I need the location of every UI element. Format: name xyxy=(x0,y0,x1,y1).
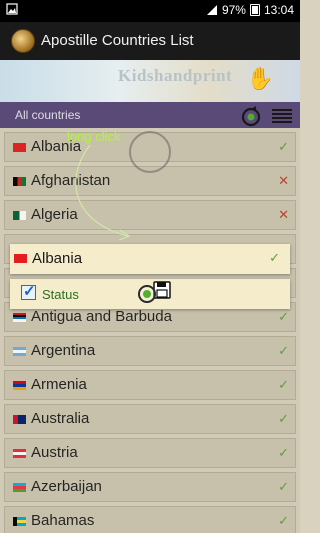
notification-icons xyxy=(6,3,18,15)
flag-icon xyxy=(13,381,26,390)
battery-icon xyxy=(249,4,260,16)
ad-banner[interactable]: Kidshandprint ✋ xyxy=(0,60,300,102)
country-name: Antigua and Barbuda xyxy=(31,308,172,325)
list-item[interactable]: Australia ✓ xyxy=(4,404,296,434)
check-icon: ✓ xyxy=(278,139,289,154)
flag-icon xyxy=(13,449,26,458)
action-bar: Apostille Countries List xyxy=(0,22,300,60)
check-icon: ✓ xyxy=(278,377,289,392)
country-name: Azerbaijan xyxy=(31,478,102,495)
country-name: Afghanistan xyxy=(31,172,111,189)
list-item[interactable]: Bahamas ✓ xyxy=(4,506,296,533)
list-item[interactable]: Algeria ✕ xyxy=(4,200,296,230)
list-item[interactable]: Armenia ✓ xyxy=(4,370,296,400)
check-icon: ✓ xyxy=(269,250,280,265)
flag-icon xyxy=(13,415,26,424)
status-checkbox[interactable] xyxy=(21,282,36,300)
cross-icon: ✕ xyxy=(278,173,289,188)
check-icon: ✓ xyxy=(278,411,289,426)
flag-icon xyxy=(13,517,26,526)
app-title: Apostille Countries List xyxy=(41,32,194,49)
check-icon: ✓ xyxy=(278,513,289,528)
long-click-item[interactable]: Albania ✓ xyxy=(10,244,290,274)
image-notification-icon xyxy=(6,3,18,15)
flag-icon xyxy=(13,177,26,186)
battery-percent: 97% xyxy=(221,3,246,17)
flag-icon xyxy=(13,211,26,220)
popup-country-name: Albania xyxy=(32,250,83,267)
filter-bar: All countries xyxy=(0,102,300,128)
clock: 13:04 xyxy=(263,3,294,17)
hint-text: long click xyxy=(67,129,121,144)
cross-icon: ✕ xyxy=(278,207,289,222)
status-right: 97% 13:04 xyxy=(206,3,294,17)
country-name: Argentina xyxy=(31,342,96,359)
country-name: Austria xyxy=(31,444,78,461)
flag-icon xyxy=(13,143,26,152)
ghost-touch-circle xyxy=(129,131,171,173)
app-logo-icon[interactable] xyxy=(11,29,35,53)
flag-icon xyxy=(13,483,26,492)
check-icon: ✓ xyxy=(278,445,289,460)
banner-text: Kidshandprint xyxy=(118,66,233,85)
country-name: Australia xyxy=(31,410,90,427)
list-item[interactable]: Argentina ✓ xyxy=(4,336,296,366)
country-name: Bahamas xyxy=(31,512,95,529)
check-icon: ✓ xyxy=(278,343,289,358)
filter-label[interactable]: All countries xyxy=(15,108,80,122)
status-label: Status xyxy=(42,287,79,302)
flag-icon xyxy=(14,254,27,263)
check-icon: ✓ xyxy=(278,309,289,324)
status-bar: 97% 13:04 xyxy=(0,0,300,22)
flag-icon xyxy=(13,313,26,322)
check-icon: ✓ xyxy=(278,479,289,494)
list-item[interactable]: Azerbaijan ✓ xyxy=(4,472,296,502)
country-name: Armenia xyxy=(31,376,87,393)
country-name: Algeria xyxy=(31,206,78,223)
list-item[interactable]: Austria ✓ xyxy=(4,438,296,468)
touch-dot-icon xyxy=(143,290,151,298)
flag-icon xyxy=(13,347,26,356)
signal-icon xyxy=(206,5,217,15)
app-screen: { "status_bar": { "battery": "97%", "tim… xyxy=(0,0,300,533)
hand-icon: ✋ xyxy=(246,66,274,91)
menu-icon[interactable] xyxy=(272,109,292,123)
reload-icon[interactable] xyxy=(238,103,264,129)
